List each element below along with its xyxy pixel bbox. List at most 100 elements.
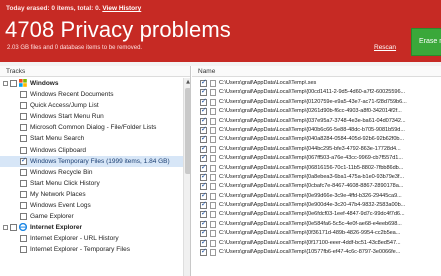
track-item[interactable]: Windows Temporary Files (1999 items, 1.8…: [0, 155, 183, 167]
track-checkbox[interactable]: [20, 156, 27, 165]
file-row[interactable]: C:\Users\grail\AppData\Local\Temp\{0a8eb…: [192, 172, 441, 182]
track-item[interactable]: My Network Places: [0, 189, 183, 200]
name-column-header[interactable]: Name: [192, 66, 441, 77]
track-item[interactable]: Start Menu Search: [0, 133, 183, 144]
file-icon: [210, 164, 216, 172]
file-checkbox[interactable]: [200, 247, 207, 257]
track-item[interactable]: Microsoft Common Dialog - File/Folder Li…: [0, 122, 183, 133]
tracks-column-header[interactable]: Tracks: [0, 66, 190, 77]
file-row[interactable]: C:\Users\grail\AppData\Local\Temp\{0f361…: [192, 228, 441, 238]
file-checkbox[interactable]: [200, 97, 207, 106]
collapse-toggle-icon[interactable]: [3, 81, 8, 86]
track-checkbox[interactable]: [20, 190, 27, 198]
erase-button[interactable]: Erase n: [411, 28, 441, 56]
track-group[interactable]: Windows: [0, 78, 183, 89]
scrollbar-thumb[interactable]: [185, 88, 190, 174]
file-checkbox[interactable]: [200, 191, 207, 200]
file-icon: [210, 80, 216, 87]
file-checkbox[interactable]: [200, 209, 207, 219]
file-row[interactable]: C:\Users\grail\AppData\Local\Temp\{067ff…: [192, 153, 441, 163]
track-checkbox[interactable]: [20, 146, 27, 154]
tracks-tree: Windows Windows Recent Documents Quick Acc…: [0, 78, 183, 256]
group-checkbox[interactable]: [10, 80, 17, 87]
track-checkbox[interactable]: [20, 179, 27, 187]
file-checkbox[interactable]: [200, 181, 207, 191]
file-checkbox[interactable]: [200, 134, 207, 144]
file-checkbox[interactable]: [200, 219, 207, 228]
file-row[interactable]: C:\Users\grail\AppData\Local\Temp\{0e584…: [192, 219, 441, 229]
track-item[interactable]: Windows Recent Documents: [0, 89, 183, 100]
file-path: C:\Users\grail\AppData\Local\Temp\{0e6fd…: [219, 211, 405, 218]
track-item[interactable]: Windows Start Menu Run: [0, 111, 183, 122]
track-checkbox[interactable]: [20, 235, 27, 243]
track-item[interactable]: Windows Clipboard: [0, 145, 183, 156]
file-row[interactable]: C:\Users\grail\AppData\Local\Temp\{0cbaf…: [192, 181, 441, 191]
file-row[interactable]: C:\Users\grail\AppData\Local\Temp\{01207…: [192, 97, 441, 107]
file-checkbox[interactable]: [200, 163, 207, 172]
file-row[interactable]: C:\Users\grail\AppData\Local\Temp\{037e9…: [192, 116, 441, 126]
file-row[interactable]: C:\Users\grail\AppData\Local\Temp\{0261d…: [192, 106, 441, 116]
file-row[interactable]: C:\Users\grail\AppData\Local\Temp\.ses: [192, 78, 441, 88]
track-label: Internet Explorer: [30, 224, 83, 232]
file-checkbox[interactable]: [200, 172, 207, 181]
file-row[interactable]: C:\Users\grail\AppData\Local\Temp\{0e6fd…: [192, 209, 441, 219]
group-checkbox[interactable]: [10, 224, 17, 232]
file-path: C:\Users\grail\AppData\Local\Temp\{0cbaf…: [219, 183, 404, 190]
file-checkbox[interactable]: [200, 228, 207, 238]
file-icon: [210, 108, 216, 116]
file-path: C:\Users\grail\AppData\Local\Temp\{06816…: [219, 164, 404, 171]
file-row[interactable]: C:\Users\grail\AppData\Local\Temp\{0e900…: [192, 200, 441, 210]
track-checkbox[interactable]: [20, 202, 27, 210]
track-checkbox[interactable]: [20, 135, 27, 143]
track-item[interactable]: Internet Explorer - URL History: [0, 233, 183, 244]
file-checkbox[interactable]: [200, 238, 207, 247]
file-row[interactable]: C:\Users\grail\AppData\Local\Temp\{0f171…: [192, 238, 441, 248]
scroll-up-icon[interactable]: ▲: [185, 79, 190, 86]
file-row[interactable]: C:\Users\grail\AppData\Local\Temp\{00cd1…: [192, 87, 441, 97]
summary-banner: Today erased: 0 items, total: 0. View Hi…: [0, 0, 441, 62]
track-checkbox[interactable]: [20, 213, 27, 221]
file-row[interactable]: C:\Users\grail\AppData\Local\Temp\{10577…: [192, 247, 441, 257]
track-item[interactable]: Internet Explorer - Temporary Files: [0, 244, 183, 255]
track-item[interactable]: Start Menu Click History: [0, 178, 183, 189]
track-label: Windows Clipboard: [30, 146, 86, 154]
file-checkbox[interactable]: [200, 144, 207, 153]
erase-status-text: Today erased: 0 items, total: 0.: [6, 5, 101, 12]
file-path: C:\Users\grail\AppData\Local\Temp\{067ff…: [219, 155, 403, 162]
track-checkbox[interactable]: [20, 91, 27, 99]
track-item[interactable]: Game Explorer: [0, 211, 183, 222]
track-checkbox[interactable]: [20, 113, 27, 121]
file-icon: [210, 117, 216, 125]
file-icon: [210, 173, 216, 181]
collapse-toggle-icon[interactable]: [3, 225, 8, 231]
tracks-scrollbar[interactable]: ▲: [183, 78, 190, 276]
file-row[interactable]: C:\Users\grail\AppData\Local\Temp\{06816…: [192, 163, 441, 173]
tracks-panel: Tracks Windows Windows Recent Documents Qu…: [0, 66, 191, 276]
track-checkbox[interactable]: [20, 124, 27, 132]
file-row[interactable]: C:\Users\grail\AppData\Local\Temp\{040a8…: [192, 134, 441, 144]
track-label: Game Explorer: [30, 213, 74, 221]
file-icon: [210, 249, 216, 257]
track-group[interactable]: Internet Explorer: [0, 222, 183, 233]
file-checkbox[interactable]: [200, 116, 207, 125]
file-icon: [210, 220, 216, 228]
windows-logo-icon: [19, 79, 27, 87]
view-history-link[interactable]: View History: [102, 5, 141, 12]
file-checkbox[interactable]: [200, 200, 207, 210]
file-row[interactable]: C:\Users\grail\AppData\Local\Temp\{044bc…: [192, 144, 441, 154]
file-row[interactable]: C:\Users\grail\AppData\Local\Temp\{0e99d…: [192, 191, 441, 201]
rescan-link[interactable]: Rescan: [374, 44, 396, 51]
file-checkbox[interactable]: [200, 125, 207, 134]
track-item[interactable]: Windows Event Logs: [0, 200, 183, 211]
file-checkbox[interactable]: [200, 78, 207, 87]
file-checkbox[interactable]: [200, 106, 207, 116]
track-checkbox[interactable]: [20, 168, 27, 176]
file-checkbox[interactable]: [200, 87, 207, 97]
file-row[interactable]: C:\Users\grail\AppData\Local\Temp\{040b6…: [192, 125, 441, 135]
track-checkbox[interactable]: [20, 102, 27, 110]
file-icon: [210, 136, 216, 144]
track-checkbox[interactable]: [20, 246, 27, 254]
track-item[interactable]: Windows Recycle Bin: [0, 167, 183, 178]
track-item[interactable]: Quick Access/Jump List: [0, 100, 183, 111]
file-checkbox[interactable]: [200, 153, 207, 163]
